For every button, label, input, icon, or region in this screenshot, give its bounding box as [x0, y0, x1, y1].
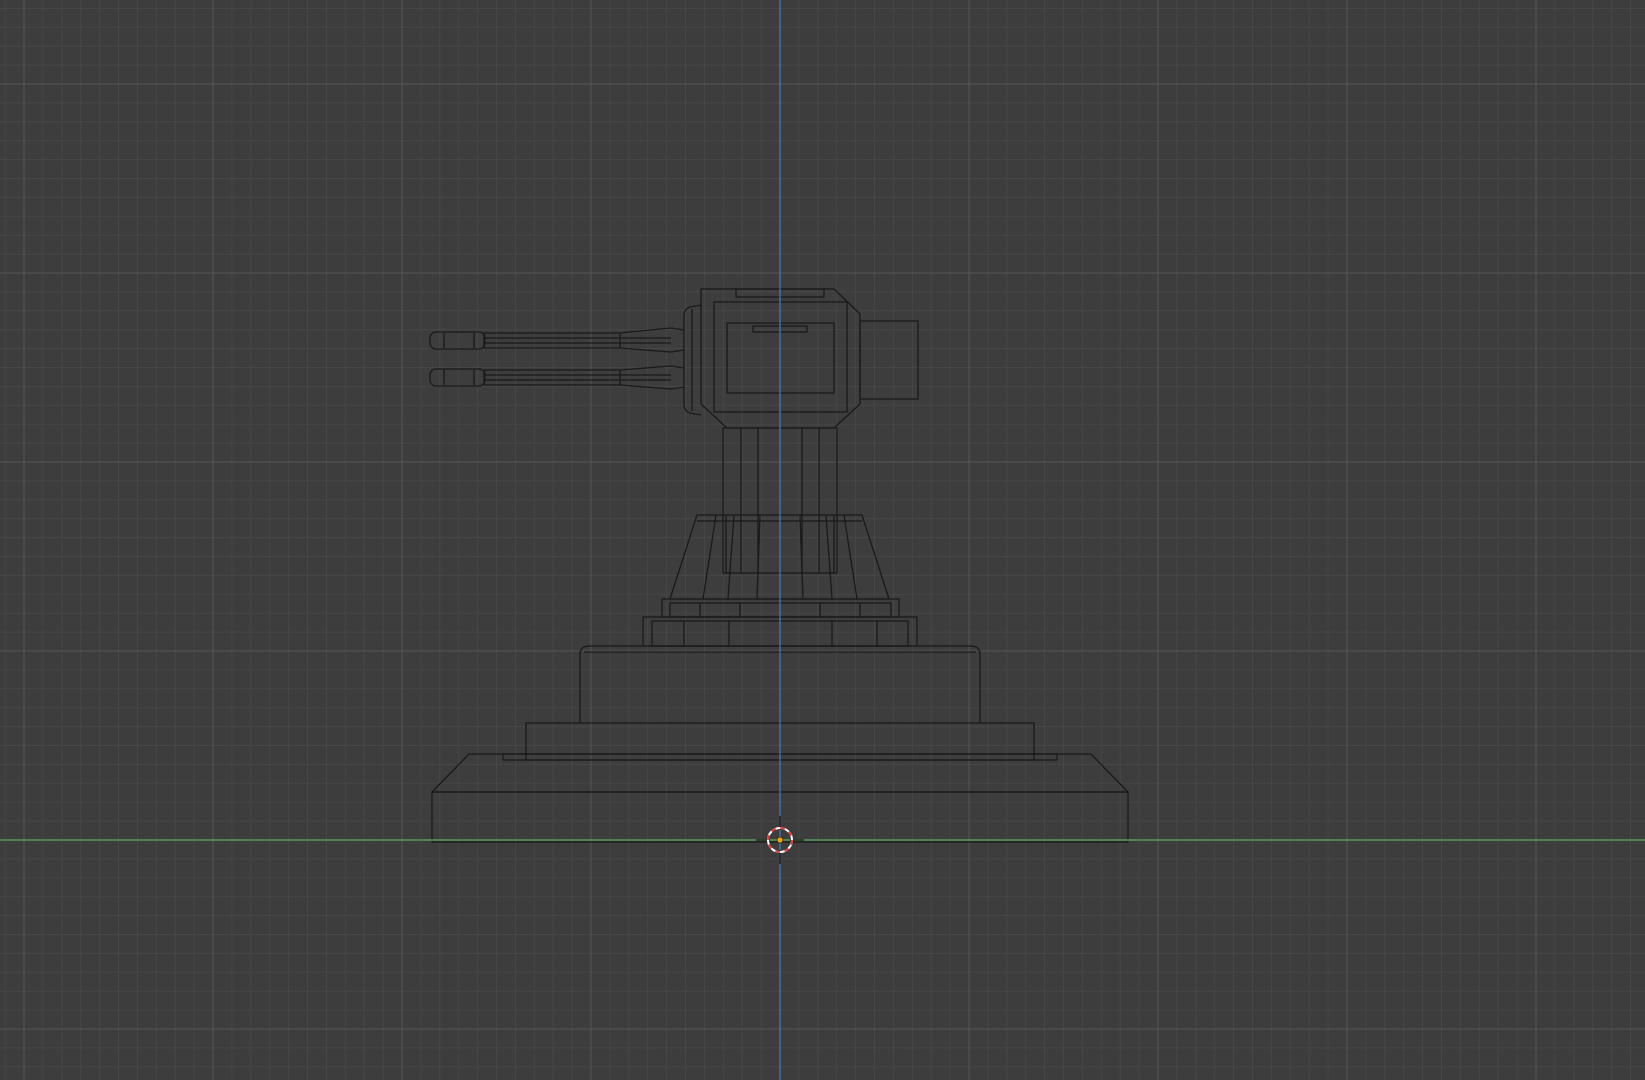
viewport-background — [0, 0, 1645, 1080]
3d-viewport[interactable] — [0, 0, 1645, 1080]
object-origin-icon[interactable] — [776, 836, 784, 844]
viewport-canvas[interactable] — [0, 0, 1645, 1080]
